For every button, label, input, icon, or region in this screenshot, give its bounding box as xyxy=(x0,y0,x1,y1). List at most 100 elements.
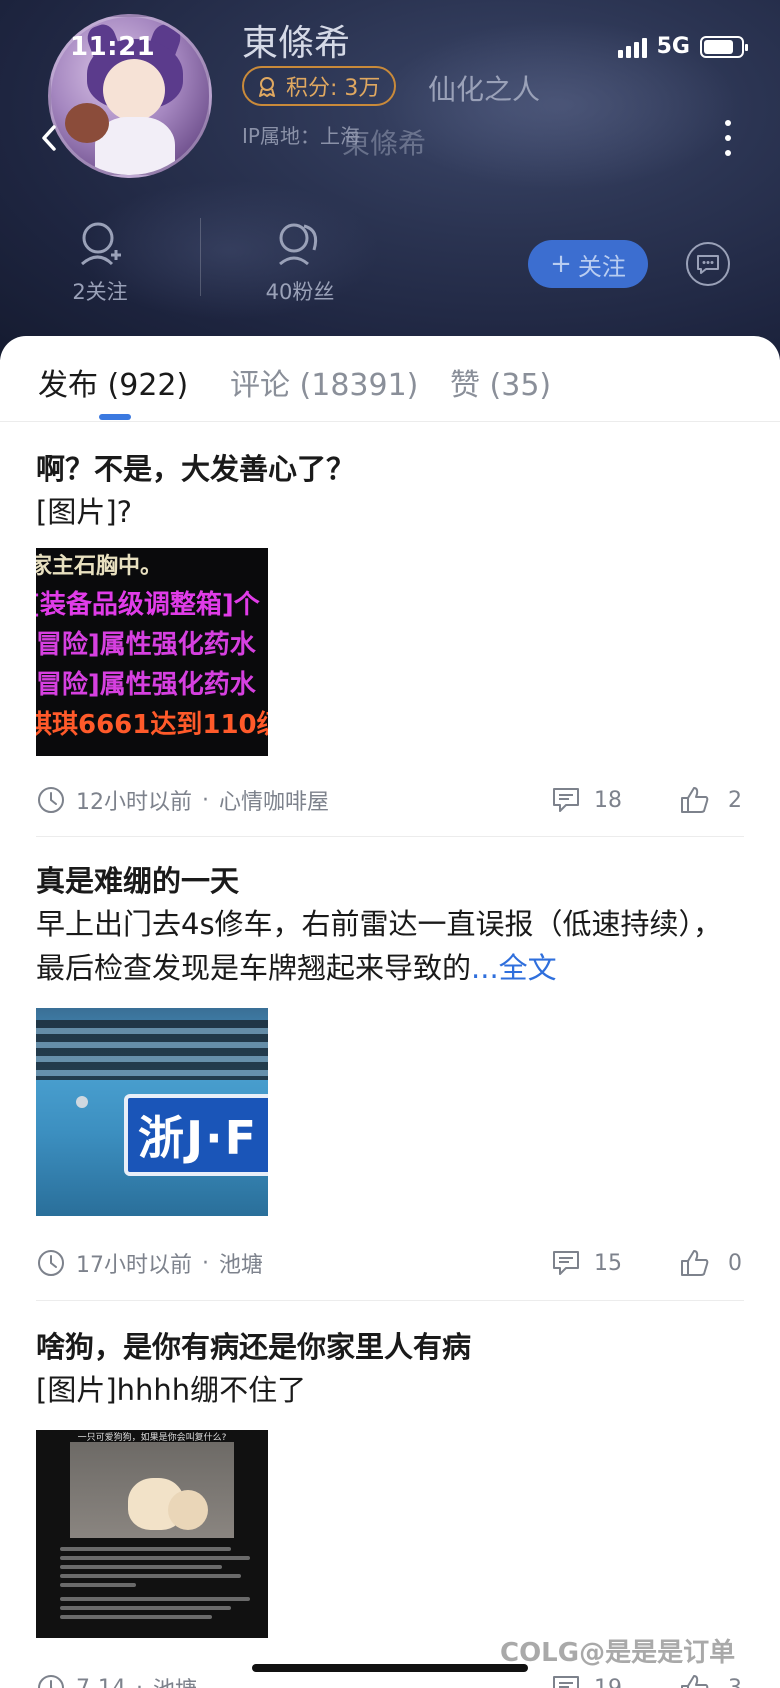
comment-count: 15 xyxy=(594,1250,622,1276)
comment-icon xyxy=(553,1676,579,1688)
read-more-link[interactable]: ...全文 xyxy=(471,951,557,985)
meta-separator: · xyxy=(202,1250,209,1276)
image-text: 琪琪6661达到110级, xyxy=(36,710,268,740)
like-count: 0 xyxy=(728,1250,742,1276)
post-board[interactable]: 池塘 xyxy=(153,1672,197,1688)
bolt xyxy=(76,1096,88,1108)
license-plate: 浙J·F xyxy=(124,1094,268,1176)
points-label: 积分: 3万 xyxy=(286,76,381,101)
chat-bubble-icon xyxy=(697,255,719,274)
clock-icon xyxy=(38,1250,64,1276)
like-button[interactable]: 0 xyxy=(680,1249,742,1277)
post-title: 真是难绷的一天 xyxy=(36,864,240,898)
post-card[interactable]: 啥狗，是你有病还是你家里人有病 [图片]hhhh绷不住了 一只可爱狗狗，如果是你… xyxy=(36,1326,744,1666)
post-meta: 17小时以前 · 池塘 15 0 xyxy=(36,1245,744,1281)
dog-shape xyxy=(168,1490,208,1530)
clock-icon xyxy=(38,787,64,813)
users-icon xyxy=(279,223,318,266)
like-button[interactable]: 2 xyxy=(680,786,742,814)
medal-icon xyxy=(259,77,275,97)
comment-count: 18 xyxy=(594,787,622,813)
more-options-button[interactable] xyxy=(718,120,738,156)
post-body: [图片]hhhh绷不住了 xyxy=(36,1373,307,1407)
home-indicator[interactable] xyxy=(252,1664,528,1672)
like-button[interactable]: 3 xyxy=(680,1674,742,1688)
name-watermark: 東條希 xyxy=(342,127,427,160)
post-title: 啥狗，是你有病还是你家里人有病 xyxy=(36,1330,472,1364)
comment-count: 19 xyxy=(594,1675,622,1688)
image-text: [冒险]属性强化药水 xyxy=(36,630,256,660)
points-badge[interactable]: 积分: 3万 xyxy=(242,66,397,106)
comment-icon xyxy=(553,1251,579,1275)
username: 東條希 xyxy=(242,23,351,64)
dot-icon xyxy=(725,120,731,126)
signal-icon xyxy=(617,36,647,58)
status-indicators: 5G xyxy=(617,34,748,59)
avatar-accessory xyxy=(65,103,109,143)
post-board[interactable]: 池塘 xyxy=(219,1247,263,1279)
tab-likes[interactable]: 赞 (35) xyxy=(450,360,551,404)
follow-label: 关注 xyxy=(577,252,626,281)
network-label: 5G xyxy=(656,34,690,59)
post-body: [图片]? xyxy=(36,495,133,529)
follow-button[interactable]: + 关注 xyxy=(528,240,648,288)
car-grill xyxy=(36,1020,268,1080)
post-body-text: 早上出门去4s修车，右前雷达一直误报（低速持续），最后检查发现是车牌翘起来导致的 xyxy=(36,907,723,985)
image-text: [装备品级调整箱]个 xyxy=(36,590,260,620)
post-image[interactable]: 一只可爱狗狗，如果是你会叫复什么? xyxy=(36,1430,268,1638)
post-card[interactable]: 啊？不是，大发善心了？ [图片]? 家主石胸中。 [装备品级调整箱]个 [冒险]… xyxy=(36,448,744,778)
meta-separator: · xyxy=(135,1675,143,1688)
watermark: COLG@是是是订单 xyxy=(500,1638,736,1668)
user-title: 仙化之人 xyxy=(428,73,541,106)
followers-stat[interactable]: 40粉丝 xyxy=(240,220,360,306)
status-time: 11:21 xyxy=(70,32,156,62)
post-card[interactable]: 真是难绷的一天 早上出门去4s修车，右前雷达一直误报（低速持续），最后检查发现是… xyxy=(36,860,744,1216)
like-count: 3 xyxy=(728,1675,742,1688)
profile-header: 11:21 5G 東條希 积分: 3万 仙化之人 IP属地：上海 東條希 2关注… xyxy=(0,0,780,360)
user-add-icon xyxy=(81,222,121,266)
post-board[interactable]: 心情咖啡屋 xyxy=(219,784,329,816)
like-count: 2 xyxy=(728,787,742,813)
dot-icon xyxy=(725,150,731,156)
thumbs-up-icon xyxy=(681,1250,709,1276)
image-chat-text xyxy=(60,1542,250,1624)
tab-bar: 发布 (922) 评论 (18391) 赞 (35) xyxy=(0,336,780,422)
following-stat[interactable]: 2关注 xyxy=(40,220,160,306)
thumbs-up-icon xyxy=(681,787,709,813)
message-button[interactable] xyxy=(686,242,730,286)
following-count: 2关注 xyxy=(72,280,128,304)
dot-icon xyxy=(725,135,731,141)
dog-photo xyxy=(70,1442,234,1538)
post-time: 7-14 xyxy=(76,1675,126,1688)
active-tab-indicator xyxy=(99,414,131,420)
tab-posts[interactable]: 发布 (922) xyxy=(38,360,188,404)
divider xyxy=(36,1300,744,1301)
post-time-board: 12小时以前 · 心情咖啡屋 xyxy=(36,784,329,816)
post-meta: 12小时以前 · 心情咖啡屋 18 2 xyxy=(36,782,744,818)
comment-count-button[interactable]: 15 xyxy=(552,1250,622,1276)
content-panel: 发布 (922) 评论 (18391) 赞 (35) 啊？不是，大发善心了？ [… xyxy=(0,336,780,1688)
comment-count-button[interactable]: 19 xyxy=(552,1675,622,1688)
meta-separator: · xyxy=(202,787,209,813)
back-button[interactable] xyxy=(34,118,64,158)
comment-count-button[interactable]: 18 xyxy=(552,787,622,813)
followers-count: 40粉丝 xyxy=(265,280,335,304)
post-title: 啊？不是，大发善心了？ xyxy=(36,452,356,486)
post-time-board: 7-14 · 池塘 xyxy=(36,1672,197,1688)
post-time: 12小时以前 xyxy=(76,790,192,815)
thumbs-up-icon xyxy=(681,1675,709,1688)
comment-icon xyxy=(553,788,579,812)
battery-icon xyxy=(700,35,748,58)
chevron-left-icon xyxy=(42,125,56,151)
tab-comments[interactable]: 评论 (18391) xyxy=(230,360,418,404)
clock-icon xyxy=(38,1675,64,1688)
post-time-board: 17小时以前 · 池塘 xyxy=(36,1247,263,1279)
divider xyxy=(36,836,744,837)
post-body: 早上出门去4s修车，右前雷达一直误报（低速持续），最后检查发现是车牌翘起来导致的… xyxy=(36,902,744,990)
avatar-face xyxy=(103,59,165,121)
image-text: 家主石胸中。 xyxy=(36,554,163,579)
post-image[interactable]: 家主石胸中。 [装备品级调整箱]个 [冒险]属性强化药水 [冒险]属性强化药水 … xyxy=(36,548,268,756)
post-image[interactable]: 浙J·F xyxy=(36,1008,268,1216)
stat-divider xyxy=(200,218,201,296)
post-time: 17小时以前 xyxy=(76,1253,192,1278)
